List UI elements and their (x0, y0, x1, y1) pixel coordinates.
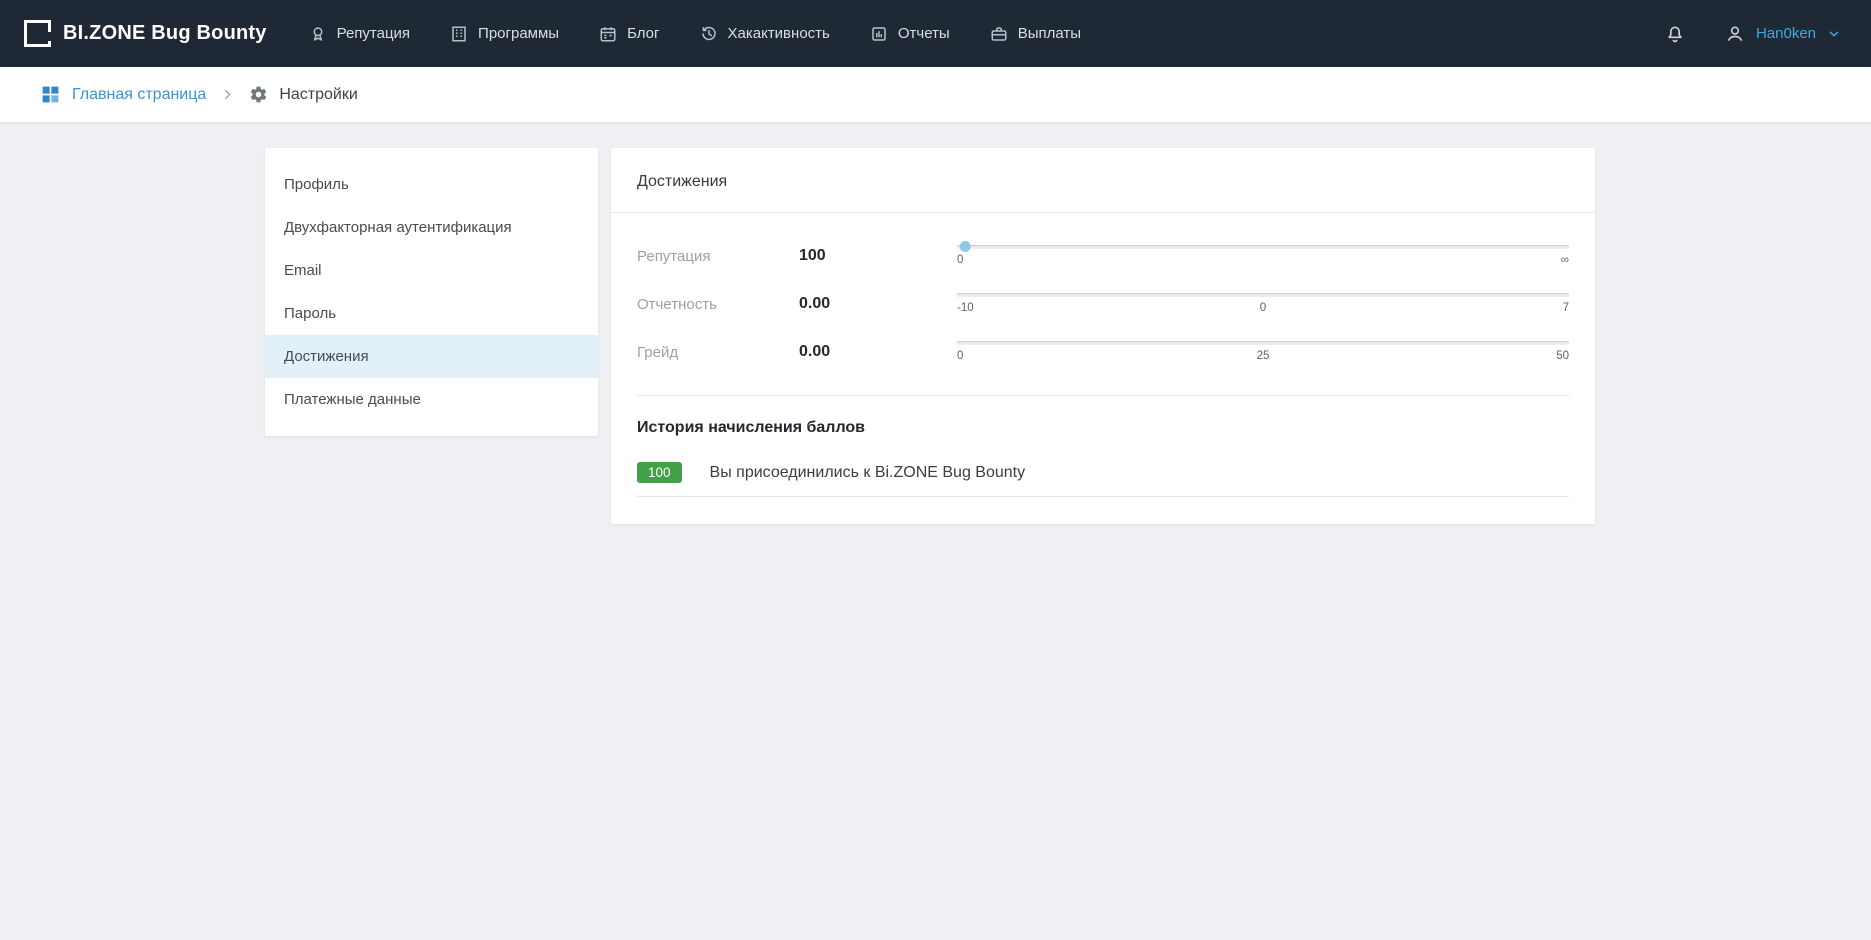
metric-row-reputation: Репутация 100 0 ∞ (637, 243, 1569, 269)
nav-item-payouts[interactable]: Выплаты (990, 25, 1081, 43)
gear-icon (249, 85, 268, 104)
breadcrumb: Главная страница Настройки (0, 67, 1871, 123)
grade-scale: 0 25 50 (957, 339, 1569, 365)
chevron-down-icon (1827, 27, 1841, 41)
tick-max: 50 (1556, 350, 1569, 365)
nav-item-programs[interactable]: Программы (450, 25, 559, 43)
nav-item-label: Хакактивность (728, 25, 830, 42)
metric-label: Репутация (637, 248, 799, 265)
brand-logo-link[interactable]: BI.ZONE Bug Bounty (24, 20, 267, 47)
user-menu[interactable]: Han0ken (1725, 24, 1841, 44)
bizone-logo-icon (24, 20, 51, 47)
nav-item-label: Репутация (337, 25, 410, 42)
metric-value: 0.00 (799, 295, 957, 313)
menu-item-email[interactable]: Email (265, 249, 598, 292)
chevron-right-icon (221, 88, 234, 101)
tick-min: 0 (957, 350, 963, 365)
tick-max: ∞ (1561, 254, 1569, 269)
slider-track (957, 245, 1569, 249)
menu-item-achievements[interactable]: Достижения (265, 335, 598, 378)
settings-menu: Профиль Двухфакторная аутентификация Ema… (265, 148, 598, 436)
main-navigation: Репутация Программы Блог Хакактивность О… (309, 25, 1081, 43)
metric-label: Грейд (637, 344, 799, 361)
breadcrumb-home-link[interactable]: Главная страница (40, 84, 206, 105)
breadcrumb-current-label: Настройки (279, 86, 357, 104)
points-badge: 100 (637, 462, 682, 483)
calendar-icon (599, 25, 617, 43)
history-entry-text: Вы присоединились к Bi.ZONE Bug Bounty (710, 464, 1026, 482)
slider-track (957, 293, 1569, 297)
tick-min: 0 (957, 254, 963, 269)
reputation-marker (960, 241, 971, 252)
menu-item-password[interactable]: Пароль (265, 292, 598, 335)
metric-value: 100 (799, 247, 957, 265)
report-chart-icon (870, 25, 888, 43)
dashboard-grid-icon (40, 84, 61, 105)
slider-ticks: -10 0 7 (957, 302, 1569, 317)
menu-item-profile[interactable]: Профиль (265, 163, 598, 206)
briefcase-icon (990, 25, 1008, 43)
tick-max: 7 (1563, 302, 1569, 317)
nav-item-reputation[interactable]: Репутация (309, 25, 410, 43)
nav-item-label: Блог (627, 25, 659, 42)
nav-item-label: Выплаты (1018, 25, 1081, 42)
nav-item-blog[interactable]: Блог (599, 25, 659, 43)
slider-ticks: 0 ∞ (957, 254, 1569, 269)
metrics-section: Репутация 100 0 ∞ Отчетность 0.00 (637, 213, 1569, 396)
username: Han0ken (1756, 25, 1816, 42)
metric-row-reporting: Отчетность 0.00 -10 0 7 (637, 291, 1569, 317)
menu-item-payment-data[interactable]: Платежные данные (265, 378, 598, 421)
tick-min: -10 (957, 302, 974, 317)
nav-item-label: Программы (478, 25, 559, 42)
building-icon (450, 25, 468, 43)
medal-icon (309, 25, 327, 43)
breadcrumb-settings[interactable]: Настройки (249, 85, 357, 104)
brand-title: BI.ZONE Bug Bounty (63, 22, 267, 45)
user-icon (1725, 24, 1745, 44)
reputation-scale: 0 ∞ (957, 243, 1569, 269)
achievements-panel: Достижения Репутация 100 0 ∞ Отчетн (611, 148, 1595, 524)
nav-item-label: Отчеты (898, 25, 950, 42)
history-entry: 100 Вы присоединились к Bi.ZONE Bug Boun… (637, 462, 1569, 497)
points-history-title: История начисления баллов (637, 419, 1569, 437)
menu-item-2fa[interactable]: Двухфакторная аутентификация (265, 206, 598, 249)
slider-ticks: 0 25 50 (957, 350, 1569, 365)
slider-track (957, 341, 1569, 345)
nav-item-hackactivity[interactable]: Хакактивность (700, 25, 830, 43)
navbar-right: Han0ken (1665, 24, 1841, 44)
tick-mid: 0 (1260, 302, 1266, 314)
panel-title: Достижения (611, 148, 1595, 213)
breadcrumb-home-label: Главная страница (72, 86, 206, 104)
reporting-scale: -10 0 7 (957, 291, 1569, 317)
metric-value: 0.00 (799, 343, 957, 361)
history-icon (700, 25, 718, 43)
notifications-bell-icon[interactable] (1665, 24, 1685, 44)
metric-row-grade: Грейд 0.00 0 25 50 (637, 339, 1569, 365)
metric-label: Отчетность (637, 296, 799, 313)
tick-mid: 25 (1257, 350, 1270, 362)
nav-item-reports[interactable]: Отчеты (870, 25, 950, 43)
main-content: Профиль Двухфакторная аутентификация Ema… (265, 148, 1871, 524)
top-navbar: BI.ZONE Bug Bounty Репутация Программы Б… (0, 0, 1871, 67)
points-history-section: История начисления баллов 100 Вы присоед… (637, 396, 1569, 524)
